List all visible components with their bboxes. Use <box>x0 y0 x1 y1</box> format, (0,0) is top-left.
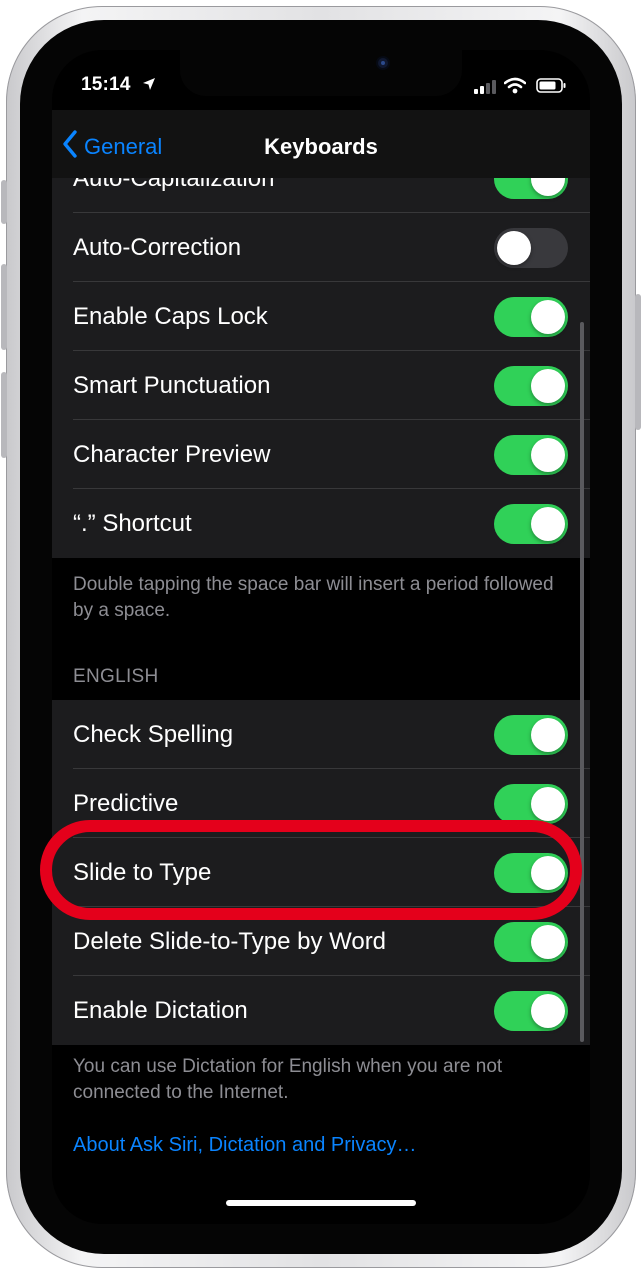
row-label: “.” Shortcut <box>73 509 192 537</box>
row-enable-dictation: Enable Dictation <box>52 976 590 1045</box>
toggle-knob <box>531 718 565 752</box>
row-character-preview: Character Preview <box>52 420 590 489</box>
toggle-character-preview[interactable] <box>494 435 568 475</box>
row-smart-punctuation: Smart Punctuation <box>52 351 590 420</box>
toggle-smart-punctuation[interactable] <box>494 366 568 406</box>
row-label: Smart Punctuation <box>73 371 271 399</box>
row-label: Auto-Capitalization <box>73 178 275 192</box>
battery-icon <box>536 78 566 98</box>
toggle-enable-caps-lock[interactable] <box>494 297 568 337</box>
toggle-delete-slide-to-type-by-word[interactable] <box>494 922 568 962</box>
row-label: Predictive <box>73 789 179 817</box>
row-auto-capitalization: Auto-Capitalization <box>52 178 590 213</box>
toggle-knob <box>531 438 565 472</box>
siri-privacy-link[interactable]: About Ask Siri, Dictation and Privacy… <box>73 1134 416 1157</box>
navigation-bar: General Keyboards <box>52 110 590 178</box>
row-label: Enable Dictation <box>73 996 248 1024</box>
row-enable-caps-lock: Enable Caps Lock <box>52 282 590 351</box>
home-indicator[interactable] <box>226 1200 416 1206</box>
page-title: Keyboards <box>264 134 378 159</box>
toggle-knob <box>531 178 565 196</box>
notch <box>180 50 462 96</box>
toggle-period-shortcut[interactable] <box>494 504 568 544</box>
row-auto-correction: Auto-Correction <box>52 213 590 282</box>
toggle-knob <box>531 369 565 403</box>
row-label: Delete Slide-to-Type by Word <box>73 927 387 955</box>
toggle-check-spelling[interactable] <box>494 715 568 755</box>
wifi-icon <box>503 77 527 99</box>
toggle-knob <box>531 787 565 821</box>
screen: Auto-Capitalization Auto-Correction Enab… <box>52 50 590 1224</box>
toggle-knob <box>531 300 565 334</box>
location-arrow-icon <box>142 77 156 96</box>
cellular-signal-icon <box>474 80 496 99</box>
row-period-shortcut: “.” Shortcut <box>52 489 590 558</box>
camera-icon <box>378 58 388 68</box>
toggle-knob <box>531 507 565 541</box>
toggle-knob <box>497 231 531 265</box>
row-label: Character Preview <box>73 440 271 468</box>
scrollbar[interactable] <box>580 322 584 1042</box>
period-shortcut-footer: Double tapping the space bar will insert… <box>73 574 554 621</box>
toggle-predictive[interactable] <box>494 784 568 824</box>
toggle-knob <box>531 925 565 959</box>
settings-list[interactable]: Auto-Capitalization Auto-Correction Enab… <box>52 178 590 1224</box>
toggle-enable-dictation[interactable] <box>494 991 568 1031</box>
dictation-footer: You can use Dictation for English when y… <box>73 1056 503 1103</box>
row-label: Enable Caps Lock <box>73 302 268 330</box>
row-label: Check Spelling <box>73 720 234 748</box>
keyboard-options-group: Auto-Capitalization Auto-Correction Enab… <box>52 178 590 558</box>
row-check-spelling: Check Spelling <box>52 700 590 769</box>
section-header-english: ENGLISH <box>73 666 159 687</box>
toggle-knob <box>531 994 565 1028</box>
status-time: 15:14 <box>81 74 131 95</box>
toggle-auto-correction[interactable] <box>494 228 568 268</box>
highlight-annotation <box>40 820 582 920</box>
toggle-auto-capitalization[interactable] <box>494 178 568 199</box>
row-label: Auto-Correction <box>73 233 242 261</box>
